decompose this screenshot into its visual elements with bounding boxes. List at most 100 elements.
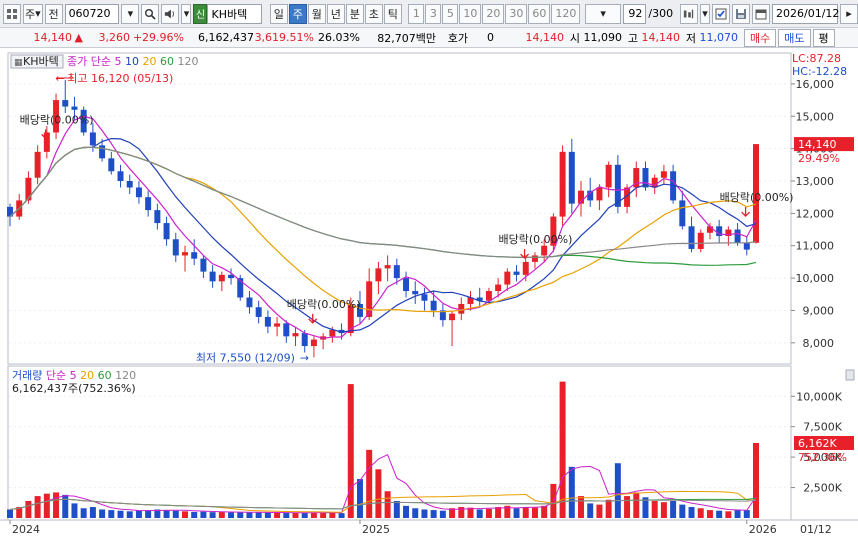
- period-tab[interactable]: 틱: [383, 3, 402, 24]
- minute-number-tab[interactable]: 60: [528, 3, 551, 24]
- save-icon[interactable]: [732, 3, 750, 24]
- price-tick-label: 13,000: [796, 175, 835, 188]
- volume-bar: [89, 507, 96, 518]
- volume-bar: [384, 491, 391, 518]
- period-tab[interactable]: 분: [345, 3, 364, 24]
- menu-select-label: 주: [24, 7, 36, 21]
- minute-number-tab[interactable]: 10: [459, 3, 482, 24]
- tools-dropdown-icon[interactable]: ▾: [700, 3, 710, 24]
- quote-high: 14,140: [641, 31, 681, 44]
- candle-body: [449, 313, 456, 321]
- price-tick-label: 8,000: [803, 337, 835, 350]
- volume-bar: [421, 509, 428, 518]
- grid-icon[interactable]: [3, 3, 21, 24]
- price-panel[interactable]: [7, 52, 792, 365]
- price-legend: 종가 단순 5 10 20 60 120: [67, 55, 198, 68]
- quote-price-cell: 14,140 ▲: [0, 31, 86, 44]
- chart-window: 주 ▾ 전 060720 ▾ ▾ 신 KH바텍 일주월년분초틱 1 3 5 10 20 30…: [0, 0, 858, 538]
- volume-bar: [513, 508, 520, 518]
- volume-bar: [80, 508, 87, 518]
- period-tab[interactable]: 초: [364, 3, 383, 24]
- panel-scroll-handle[interactable]: [845, 369, 855, 381]
- period-tab[interactable]: 년: [326, 3, 345, 24]
- volume-bar: [725, 511, 732, 518]
- volume-bar: [660, 502, 667, 518]
- volume-legend-ma: 5: [70, 369, 77, 382]
- period-tab[interactable]: 월: [307, 3, 326, 24]
- date-input[interactable]: 2026/01/12: [772, 3, 839, 24]
- volume-bar: [228, 512, 235, 518]
- candle-body: [25, 177, 32, 201]
- volume-bar: [53, 492, 60, 518]
- volume-bar: [605, 499, 612, 518]
- volume-bar: [292, 513, 299, 518]
- minute-number-tab[interactable]: 120: [551, 3, 581, 24]
- volume-bar: [412, 508, 419, 518]
- checkbox-icon[interactable]: [712, 3, 730, 24]
- volume-bar: [743, 510, 750, 518]
- stock-label: KH바텍: [23, 55, 59, 68]
- volume-bar: [356, 479, 363, 518]
- volume-bar: [329, 512, 336, 518]
- period-tabs: 일주월년분초틱: [269, 3, 402, 24]
- volume-tag-label: 6,162K: [798, 437, 837, 450]
- period-tab[interactable]: 주: [288, 3, 307, 24]
- x-tick-label: 2025: [362, 523, 390, 536]
- minute-number-tab[interactable]: 20: [482, 3, 505, 24]
- volume-bar: [209, 512, 216, 518]
- volume-legend-ma: 60: [98, 369, 112, 382]
- quote-amount: 82,707백만: [377, 31, 436, 45]
- count-input[interactable]: 92: [622, 3, 647, 24]
- more-icon[interactable]: ▸: [840, 3, 858, 24]
- volume-bar: [596, 504, 603, 518]
- minute-number-tab[interactable]: 30: [505, 3, 528, 24]
- volume-bar: [541, 505, 548, 518]
- candle-body: [697, 232, 704, 249]
- count-total: /300: [648, 7, 674, 20]
- quote-change: 3,260: [98, 31, 131, 44]
- minute-number-tab[interactable]: 5: [442, 3, 459, 24]
- dividend-label: 배당락(0.00%): [287, 298, 361, 311]
- sell-button[interactable]: 매도: [778, 28, 811, 47]
- calendar-icon[interactable]: [752, 3, 770, 24]
- candle-body: [495, 284, 502, 292]
- price-tick-label: 10,000: [796, 272, 835, 285]
- volume-bar: [734, 509, 741, 518]
- volume-bar: [614, 463, 621, 518]
- price-tick-label: 11,000: [796, 240, 835, 253]
- price-tick-label: 12,000: [796, 207, 835, 220]
- speaker-dropdown-icon[interactable]: ▾: [181, 3, 192, 24]
- tools-icon[interactable]: [679, 3, 698, 24]
- price-legend-ma: 5: [114, 55, 121, 68]
- candle-body: [568, 151, 575, 204]
- stock-name-field[interactable]: KH바텍: [207, 3, 263, 24]
- volume-bar: [71, 503, 78, 518]
- speaker-icon[interactable]: [161, 3, 180, 24]
- interval-dropdown[interactable]: ▾: [585, 3, 621, 24]
- buy-button[interactable]: 매수: [744, 28, 777, 47]
- code-dropdown-icon[interactable]: ▾: [121, 3, 140, 24]
- volume-bar: [688, 507, 695, 518]
- chart-area[interactable]: ← 최고 16,120 (05/13) 최저 7,550 (12/09) → 배당락(0…: [0, 48, 858, 538]
- low-annotation: 최저 7,550 (12/09): [196, 351, 295, 364]
- search-icon[interactable]: [141, 3, 160, 24]
- stock-code-input[interactable]: 060720: [64, 3, 120, 24]
- volume-info: 6,162,437주(752.36%): [12, 382, 136, 395]
- volume-bar: [403, 505, 410, 518]
- period-tab[interactable]: 일: [269, 3, 288, 24]
- volume-bar: [108, 510, 115, 518]
- candle-body: [605, 164, 612, 188]
- minute-number-tab[interactable]: 1: [408, 3, 425, 24]
- jeon-button[interactable]: 전: [44, 3, 63, 24]
- minute-number-tab[interactable]: 3: [425, 3, 442, 24]
- volume-bar: [670, 500, 677, 518]
- eval-button[interactable]: 평: [812, 28, 835, 47]
- volume-bar: [624, 496, 631, 518]
- volume-bar: [283, 512, 290, 518]
- menu-select[interactable]: 주 ▾: [23, 3, 43, 24]
- candle-body: [181, 252, 188, 256]
- new-badge: 신: [193, 3, 208, 24]
- quote-change-pct: +29.96%: [132, 31, 184, 44]
- volume-bar: [99, 509, 106, 518]
- candle-body: [596, 187, 603, 201]
